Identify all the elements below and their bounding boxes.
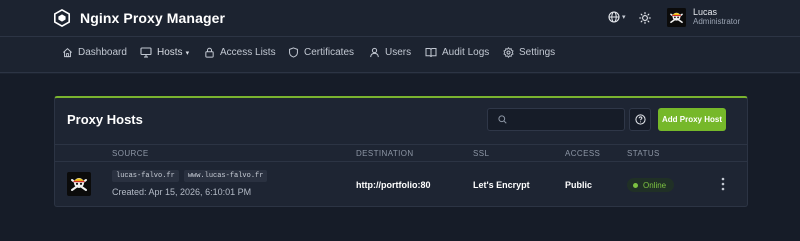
brand[interactable]: Nginx Proxy Manager xyxy=(53,9,225,27)
nav-item-settings[interactable]: Settings xyxy=(503,47,555,58)
card-title: Proxy Hosts xyxy=(67,112,143,127)
domain-pill[interactable]: lucas-falvo.fr xyxy=(112,170,179,182)
nav-item-audit-logs[interactable]: Audit Logs xyxy=(425,47,489,58)
shield-icon xyxy=(289,47,298,58)
domain-list: lucas-falvo.fr www.lucas-falvo.fr xyxy=(112,170,268,182)
table-row[interactable]: lucas-falvo.fr www.lucas-falvo.fr Create… xyxy=(55,162,747,206)
more-options-icon[interactable] xyxy=(718,176,728,192)
user-icon xyxy=(370,47,379,58)
column-header-status: STATUS xyxy=(627,149,660,158)
proxy-hosts-card: Proxy Hosts Add Proxy Host SOURCE DESTIN… xyxy=(54,96,748,207)
nav-label-users: Users xyxy=(385,47,412,58)
book-icon xyxy=(425,48,437,58)
table-header: SOURCE DESTINATION SSL ACCESS STATUS xyxy=(55,144,747,162)
column-header-access: ACCESS xyxy=(565,149,601,158)
user-menu[interactable]: Lucas Administrator xyxy=(667,7,740,27)
sun-icon xyxy=(639,12,651,24)
theme-toggle[interactable] xyxy=(639,11,651,29)
ssl-value: Let's Encrypt xyxy=(473,180,530,190)
top-header: Nginx Proxy Manager ▾ Lucas Administrato… xyxy=(0,0,800,37)
nav-label-access-lists: Access Lists xyxy=(220,47,276,58)
home-icon xyxy=(63,47,72,58)
nav-label-certificates: Certificates xyxy=(304,47,355,58)
nav-item-access-lists[interactable]: Access Lists xyxy=(204,47,276,58)
status-dot-icon xyxy=(633,182,638,188)
skull-flag-avatar xyxy=(67,172,91,196)
lock-icon xyxy=(205,47,214,58)
column-header-destination: DESTINATION xyxy=(356,149,414,158)
hexagon-logo-icon xyxy=(53,9,71,27)
globe-icon xyxy=(608,11,620,23)
nav-item-hosts[interactable]: Hosts ▾ xyxy=(140,47,189,58)
search-icon xyxy=(498,115,507,124)
nav-label-hosts: Hosts xyxy=(157,47,183,58)
language-selector[interactable]: ▾ xyxy=(608,11,626,23)
nav-label-settings: Settings xyxy=(519,47,556,58)
add-proxy-host-button[interactable]: Add Proxy Host xyxy=(658,108,726,131)
search-box[interactable] xyxy=(487,108,625,131)
column-header-source: SOURCE xyxy=(112,149,149,158)
access-value: Public xyxy=(565,180,593,190)
nav-label-audit-logs: Audit Logs xyxy=(442,47,490,58)
search-input[interactable] xyxy=(512,114,622,125)
chevron-down-icon: ▾ xyxy=(185,49,190,57)
nav-label-dashboard: Dashboard xyxy=(78,47,127,58)
monitor-icon xyxy=(140,47,152,58)
nav-item-users[interactable]: Users xyxy=(369,47,411,58)
domain-pill[interactable]: www.lucas-falvo.fr xyxy=(183,170,268,182)
app-title: Nginx Proxy Manager xyxy=(80,10,226,26)
user-role: Administrator xyxy=(693,17,741,26)
nav-item-dashboard[interactable]: Dashboard xyxy=(62,47,127,58)
chevron-down-icon: ▾ xyxy=(622,14,626,21)
main-nav: Dashboard Hosts ▾ Access Lists Certifica… xyxy=(0,37,800,73)
status-badge: Online xyxy=(627,178,675,192)
user-name: Lucas xyxy=(693,7,718,17)
created-date: Created: Apr 15, 2026, 6:10:01 PM xyxy=(112,187,252,197)
skull-flag-avatar xyxy=(667,7,686,27)
gear-icon xyxy=(503,47,514,58)
destination-value: http://portfolio:80 xyxy=(356,180,431,190)
column-header-ssl: SSL xyxy=(473,149,490,158)
status-label: Online xyxy=(643,180,667,190)
nav-item-certificates[interactable]: Certificates xyxy=(288,47,354,58)
help-button[interactable] xyxy=(629,108,651,131)
help-circle-icon xyxy=(634,114,646,125)
